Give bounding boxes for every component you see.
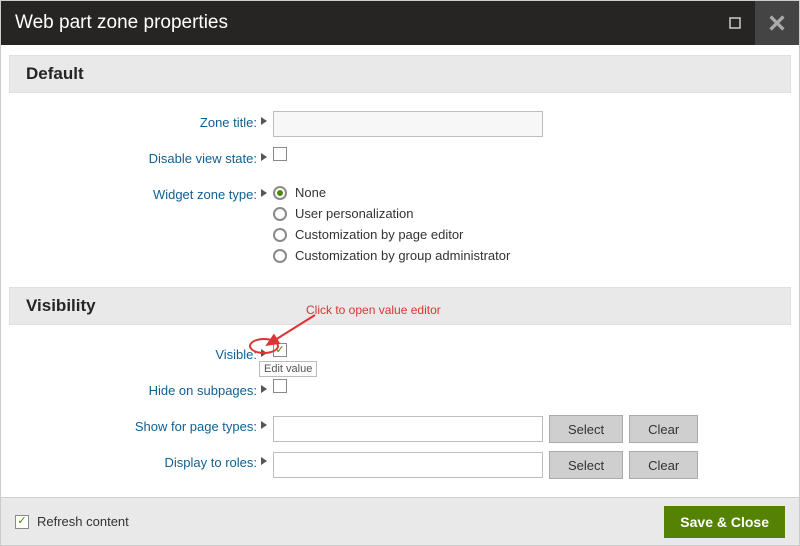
content-area: Default Zone title: Disable view state: (1, 45, 799, 497)
display-to-roles-label[interactable]: Display to roles: (17, 451, 257, 470)
refresh-content-checkbox[interactable] (15, 515, 29, 529)
radio-option-none[interactable]: None (273, 185, 510, 200)
clear-button[interactable]: Clear (629, 415, 698, 443)
show-for-page-types-input[interactable] (273, 416, 543, 442)
dialog-title: Web part zone properties (15, 12, 715, 34)
radio-label: Customization by group administrator (295, 248, 510, 263)
titlebar: Web part zone properties (1, 1, 799, 45)
section-header-default: Default (9, 55, 791, 93)
expand-icon[interactable] (257, 147, 273, 161)
select-button[interactable]: Select (549, 415, 623, 443)
save-and-close-button[interactable]: Save & Close (664, 506, 785, 538)
expand-icon[interactable] (257, 415, 273, 429)
radio-icon (273, 186, 287, 200)
select-button[interactable]: Select (549, 451, 623, 479)
expand-icon[interactable] (257, 111, 273, 125)
show-for-page-types-label[interactable]: Show for page types: (17, 415, 257, 434)
hide-on-subpages-label[interactable]: Hide on subpages: (17, 379, 257, 398)
radio-label: Customization by page editor (295, 227, 463, 242)
clear-button[interactable]: Clear (629, 451, 698, 479)
zone-title-input[interactable] (273, 111, 543, 137)
radio-option-page-editor[interactable]: Customization by page editor (273, 227, 510, 242)
zone-title-label[interactable]: Zone title: (17, 111, 257, 130)
section-body-visibility: Visible: Hide on subpages: Show for page… (1, 325, 799, 497)
expand-icon[interactable] (257, 379, 273, 393)
expand-icon[interactable] (257, 183, 273, 197)
radio-label: None (295, 185, 326, 200)
expand-icon[interactable] (257, 451, 273, 465)
radio-icon (273, 228, 287, 242)
widget-zone-type-label[interactable]: Widget zone type: (17, 183, 257, 202)
radio-option-group-admin[interactable]: Customization by group administrator (273, 248, 510, 263)
radio-icon (273, 249, 287, 263)
maximize-button[interactable] (715, 1, 755, 45)
radio-option-user-personalization[interactable]: User personalization (273, 206, 510, 221)
refresh-content-label: Refresh content (37, 514, 129, 529)
annotation-ellipse (249, 338, 279, 354)
dialog-window: Web part zone properties Default Zone ti… (0, 0, 800, 546)
widget-zone-type-radios: None User personalization Customization … (273, 183, 510, 263)
visible-label[interactable]: Visible: (17, 343, 257, 362)
radio-label: User personalization (295, 206, 414, 221)
disable-view-state-checkbox[interactable] (273, 147, 287, 161)
close-button[interactable] (755, 1, 799, 45)
disable-view-state-label[interactable]: Disable view state: (17, 147, 257, 166)
radio-icon (273, 207, 287, 221)
display-to-roles-input[interactable] (273, 452, 543, 478)
section-body-default: Zone title: Disable view state: Widget z… (1, 93, 799, 287)
scroll-area[interactable]: Default Zone title: Disable view state: (1, 45, 799, 497)
annotation-text: Click to open value editor (306, 303, 441, 317)
dialog-footer: Refresh content Save & Close (1, 497, 799, 545)
hide-on-subpages-checkbox[interactable] (273, 379, 287, 393)
edit-value-tooltip: Edit value (259, 361, 317, 377)
